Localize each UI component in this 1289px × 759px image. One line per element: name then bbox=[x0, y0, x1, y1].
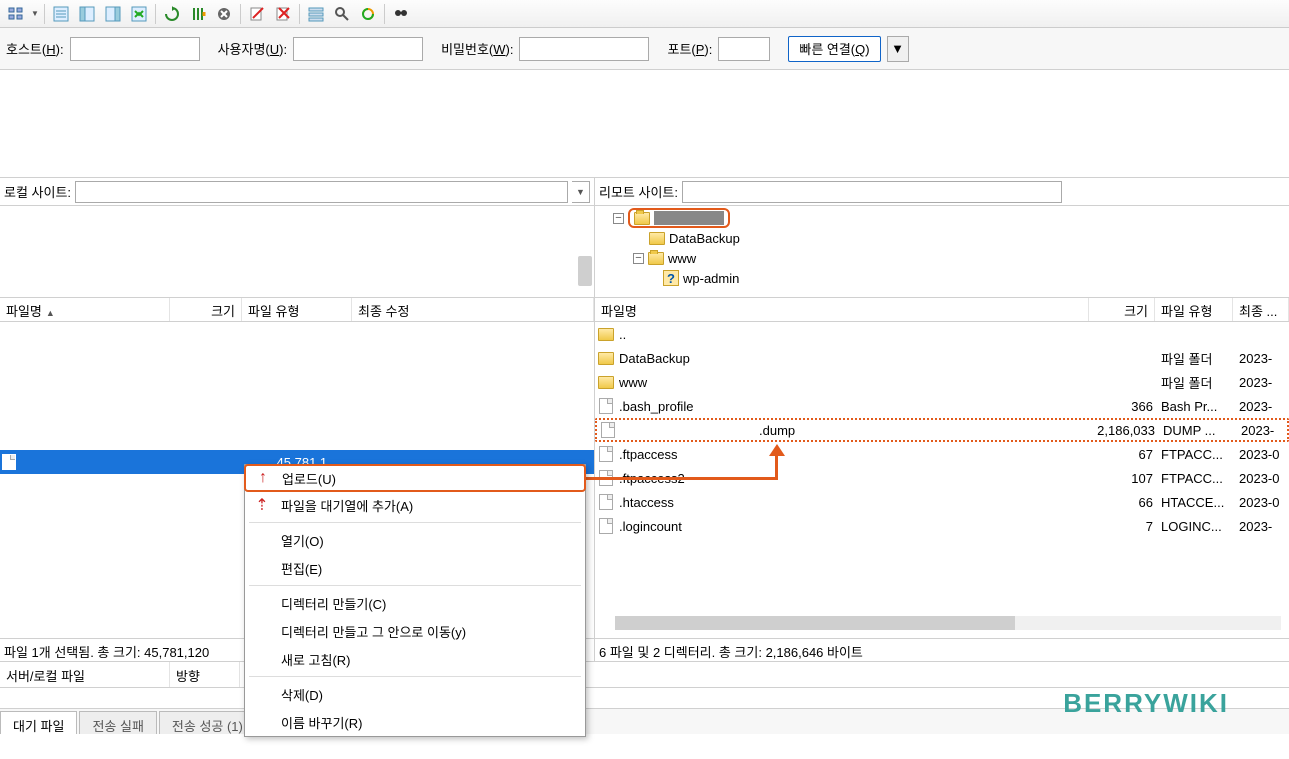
password-label: 비밀번호(W): bbox=[441, 39, 513, 58]
unknown-folder-icon: ? bbox=[663, 270, 679, 286]
remote-status: 6 파일 및 2 디렉터리. 총 크기: 2,186,646 바이트 bbox=[595, 639, 1289, 661]
file-row[interactable]: DataBackup 파일 폴더 2023- bbox=[595, 346, 1289, 370]
site-manager-dropdown[interactable]: ▼ bbox=[30, 9, 40, 18]
local-tree[interactable] bbox=[0, 206, 595, 297]
annotation-arrow bbox=[586, 477, 778, 480]
col-name[interactable]: 파일명 bbox=[595, 298, 1089, 321]
context-menu: ↑ 업로드(U) ⇡ 파일을 대기열에 추가(A) 열기(O) 편집(E) 디렉… bbox=[244, 464, 586, 737]
toggle-log-button[interactable] bbox=[49, 2, 73, 26]
col-type[interactable]: 파일 유형 bbox=[1155, 298, 1233, 321]
queue-col-direction[interactable]: 방향 bbox=[170, 662, 240, 687]
ctx-delete[interactable]: 삭제(D) bbox=[245, 680, 585, 708]
col-type[interactable]: 파일 유형 bbox=[242, 298, 352, 321]
col-size[interactable]: 크기 bbox=[1089, 298, 1155, 321]
file-row[interactable]: .logincount 7 LOGINC... 2023- bbox=[595, 514, 1289, 538]
file-icon bbox=[599, 518, 613, 534]
ctx-upload[interactable]: ↑ 업로드(U) bbox=[244, 464, 586, 492]
quickconnect-bar: 호스트(H): 사용자명(U): 비밀번호(W): 포트(P): 빠른 연결(Q… bbox=[0, 28, 1289, 70]
find-button[interactable] bbox=[389, 2, 413, 26]
col-name[interactable]: 파일명▲ bbox=[0, 298, 170, 321]
folder-icon bbox=[598, 328, 614, 341]
file-icon bbox=[599, 494, 613, 510]
message-log[interactable] bbox=[0, 70, 1289, 178]
local-list-header: 파일명▲ 크기 파일 유형 최종 수정 bbox=[0, 298, 594, 322]
ctx-refresh[interactable]: 새로 고침(R) bbox=[245, 645, 585, 673]
main-toolbar: ▼ bbox=[0, 0, 1289, 28]
username-label: 사용자명(U): bbox=[218, 39, 288, 58]
file-row[interactable]: .ftpaccess 67 FTPACC... 2023-0 bbox=[595, 442, 1289, 466]
tree-collapse-icon[interactable]: − bbox=[633, 253, 644, 264]
folder-icon bbox=[649, 232, 665, 245]
file-icon bbox=[601, 422, 615, 438]
cancel-button[interactable] bbox=[212, 2, 236, 26]
upload-arrow-icon: ↑ bbox=[254, 469, 272, 487]
file-row[interactable]: .bash_profile 366 Bash Pr... 2023- bbox=[595, 394, 1289, 418]
ctx-rename[interactable]: 이름 바꾸기(R) bbox=[245, 708, 585, 736]
tree-item-databackup[interactable]: DataBackup bbox=[669, 231, 740, 246]
file-row[interactable]: .htaccess 66 HTACCE... 2023-0 bbox=[595, 490, 1289, 514]
file-icon bbox=[599, 446, 613, 462]
remote-site-label: 리모트 사이트: bbox=[599, 182, 678, 201]
ctx-edit[interactable]: 편집(E) bbox=[245, 554, 585, 582]
compare-button[interactable] bbox=[356, 2, 380, 26]
redacted-folder-name bbox=[654, 211, 724, 225]
refresh-button[interactable] bbox=[160, 2, 184, 26]
watermark: BERRYWIKI bbox=[1063, 688, 1229, 719]
folder-icon bbox=[598, 376, 614, 389]
site-manager-button[interactable] bbox=[4, 2, 28, 26]
quickconnect-button[interactable]: 빠른 연결(Q) bbox=[788, 36, 880, 62]
local-site-input[interactable] bbox=[75, 181, 568, 203]
folder-icon bbox=[634, 212, 650, 225]
queue-arrow-icon: ⇡ bbox=[253, 495, 271, 515]
local-tree-scrollbar[interactable] bbox=[578, 256, 592, 286]
remote-list-hscrollbar[interactable] bbox=[615, 616, 1281, 630]
tree-collapse-icon[interactable]: − bbox=[613, 213, 624, 224]
remote-file-list[interactable]: .. DataBackup 파일 폴더 2023- www 파일 폴더 2023… bbox=[595, 322, 1289, 638]
password-input[interactable] bbox=[519, 37, 649, 61]
col-modified[interactable]: 최종 ... bbox=[1233, 298, 1289, 321]
local-site-dropdown[interactable]: ▼ bbox=[572, 181, 590, 203]
filter-button[interactable] bbox=[304, 2, 328, 26]
file-icon bbox=[599, 398, 613, 414]
port-label: 포트(P): bbox=[667, 39, 712, 58]
tab-failed[interactable]: 전송 실패 bbox=[79, 711, 156, 734]
reconnect-button[interactable] bbox=[271, 2, 295, 26]
process-queue-button[interactable] bbox=[186, 2, 210, 26]
quickconnect-history-dropdown[interactable]: ▼ bbox=[887, 36, 909, 62]
file-row[interactable]: www 파일 폴더 2023- bbox=[595, 370, 1289, 394]
remote-site-input[interactable] bbox=[682, 181, 1062, 203]
col-size[interactable]: 크기 bbox=[170, 298, 242, 321]
toggle-queue-button[interactable] bbox=[127, 2, 151, 26]
tree-item-wpadmin[interactable]: wp-admin bbox=[683, 271, 739, 286]
username-input[interactable] bbox=[293, 37, 423, 61]
remote-list-header: 파일명 크기 파일 유형 최종 ... bbox=[595, 298, 1289, 322]
tree-item-www[interactable]: www bbox=[668, 251, 696, 266]
queue-header: 서버/로컬 파일 방향 bbox=[0, 662, 1289, 688]
toggle-local-tree-button[interactable] bbox=[75, 2, 99, 26]
queue-col-file[interactable]: 서버/로컬 파일 bbox=[0, 662, 170, 687]
annotation-arrow-head bbox=[769, 444, 785, 456]
file-icon bbox=[2, 454, 16, 470]
ctx-mkdir[interactable]: 디렉터리 만들기(C) bbox=[245, 589, 585, 617]
local-site-label: 로컬 사이트: bbox=[4, 182, 71, 201]
folder-icon bbox=[598, 352, 614, 365]
port-input[interactable] bbox=[718, 37, 770, 61]
ctx-add-to-queue[interactable]: ⇡ 파일을 대기열에 추가(A) bbox=[245, 491, 585, 519]
host-label: 호스트(H): bbox=[6, 39, 64, 58]
folder-icon bbox=[648, 252, 664, 265]
remote-tree[interactable]: − DataBackup − www ? wp-admin bbox=[595, 206, 1289, 297]
tab-success[interactable]: 전송 성공 (1) bbox=[159, 711, 256, 734]
toggle-remote-tree-button[interactable] bbox=[101, 2, 125, 26]
file-row-up[interactable]: .. bbox=[595, 322, 1289, 346]
disconnect-button[interactable] bbox=[245, 2, 269, 26]
ctx-open[interactable]: 열기(O) bbox=[245, 526, 585, 554]
ctx-mkdir-enter[interactable]: 디렉터리 만들고 그 안으로 이동(y) bbox=[245, 617, 585, 645]
search-button[interactable] bbox=[330, 2, 354, 26]
col-modified[interactable]: 최종 수정 bbox=[352, 298, 594, 321]
file-row-highlighted[interactable]: .dump 2,186,033 DUMP ... 2023- bbox=[595, 418, 1289, 442]
tab-queued[interactable]: 대기 파일 bbox=[0, 711, 77, 734]
host-input[interactable] bbox=[70, 37, 200, 61]
